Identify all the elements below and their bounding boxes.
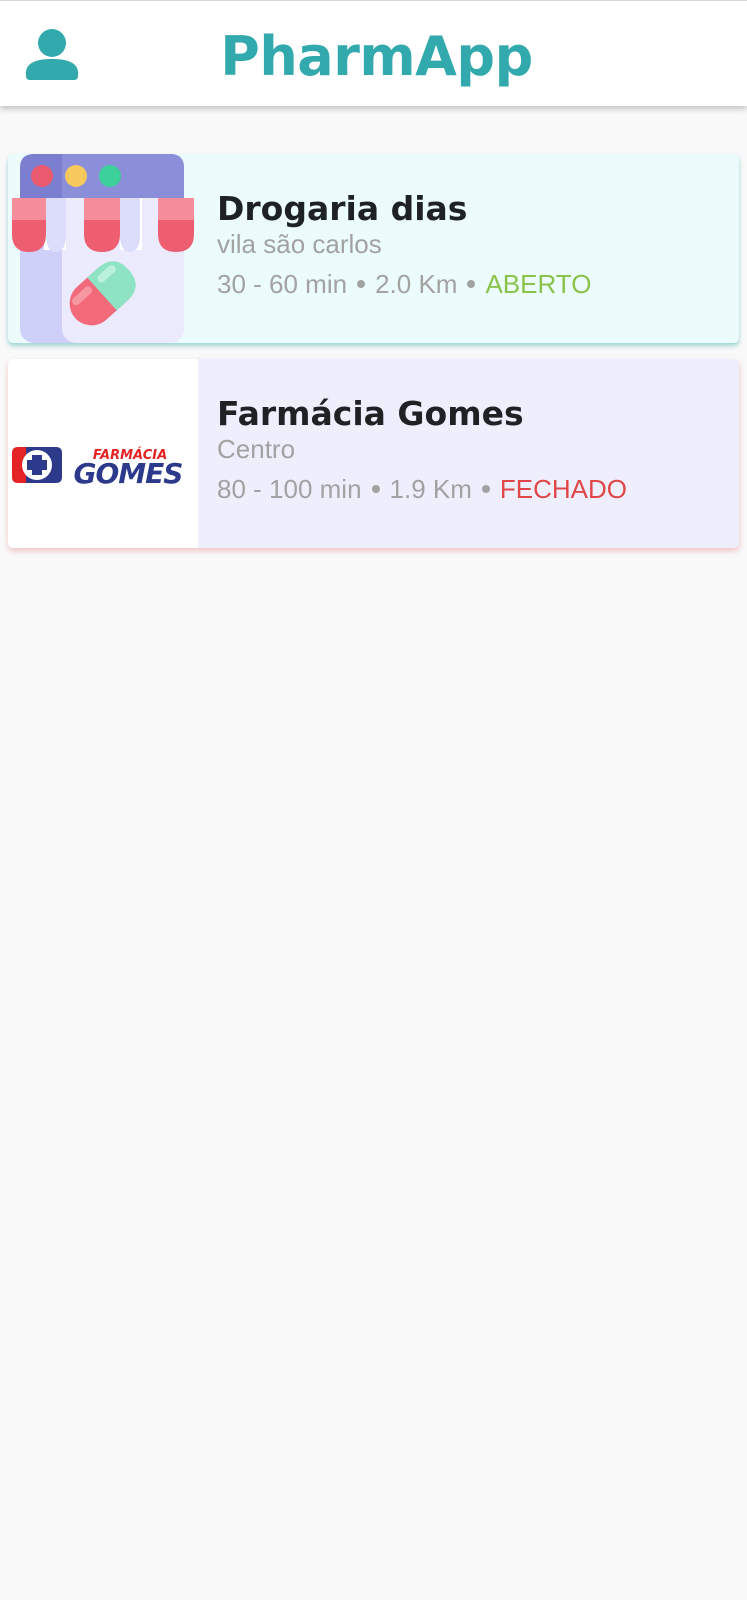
separator-dot xyxy=(467,280,476,289)
separator-dot xyxy=(481,485,490,494)
status-badge: FECHADO xyxy=(499,474,628,504)
pharmacy-info: Drogaria dias vila são carlos 30 - 60 mi… xyxy=(217,188,729,302)
pharmacy-info: Farmácia Gomes Centro 80 - 100 min 1.9 Km… xyxy=(217,393,729,507)
delivery-time: 80 - 100 min xyxy=(217,474,362,504)
pharmacy-card-farmacia-gomes[interactable]: FARMÁCIA GOMES Farmácia Gomes Centro 80 … xyxy=(8,359,739,548)
pharmacy-meta: 80 - 100 min 1.9 Km FECHADO xyxy=(217,471,729,507)
logo-line-2: GOMES xyxy=(74,457,183,490)
pharmacy-meta: 30 - 60 min 2.0 Km ABERTO xyxy=(217,266,729,302)
farmacia-gomes-logo: FARMÁCIA GOMES xyxy=(8,359,198,548)
delivery-time: 30 - 60 min xyxy=(217,269,348,299)
distance: 2.0 Km xyxy=(375,269,458,299)
app-bar: PharmApp xyxy=(0,0,747,106)
pharmacy-area: Centro xyxy=(217,434,296,464)
pharmacy-area: vila são carlos xyxy=(217,229,382,259)
storefront-pill-icon xyxy=(8,154,198,343)
app-title: PharmApp xyxy=(220,25,533,88)
distance: 1.9 Km xyxy=(389,474,472,504)
pharmacy-list: Drogaria dias vila são carlos 30 - 60 mi… xyxy=(8,154,739,564)
separator-dot xyxy=(371,485,380,494)
pharmacy-card-drogaria-dias[interactable]: Drogaria dias vila são carlos 30 - 60 mi… xyxy=(8,154,739,343)
pharmacy-name: Drogaria dias xyxy=(217,189,468,228)
separator-dot xyxy=(357,280,366,289)
pharmacy-name: Farmácia Gomes xyxy=(217,394,524,433)
status-badge: ABERTO xyxy=(485,269,592,299)
